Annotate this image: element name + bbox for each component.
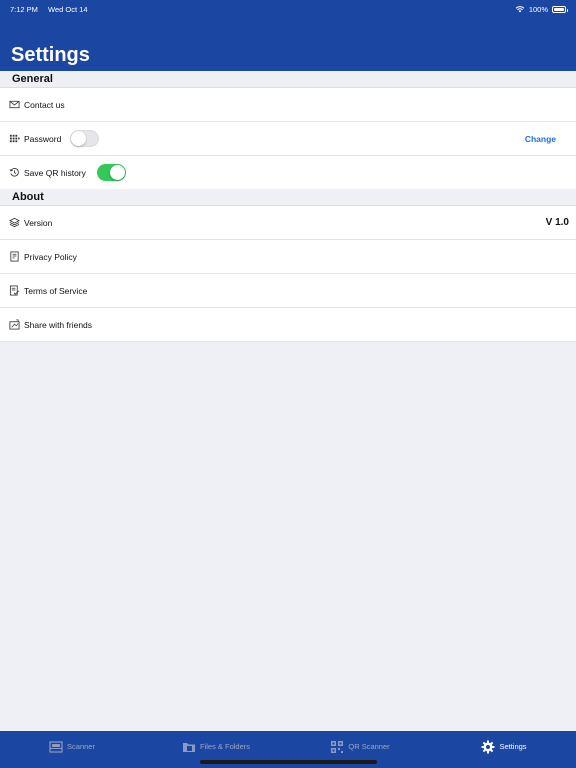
- home-indicator: [200, 760, 377, 764]
- password-label: Password: [24, 133, 62, 144]
- document-shield-icon: [8, 251, 20, 263]
- scanner-icon: [49, 740, 63, 753]
- battery-icon: [552, 5, 568, 13]
- version-value: V 1.0: [545, 217, 569, 228]
- version-row: Version V 1.0: [0, 206, 576, 240]
- envelope-icon: [8, 99, 20, 111]
- keypad-icon: [8, 133, 20, 145]
- share-icon: [8, 319, 20, 331]
- tab-settings-label: Settings: [499, 742, 527, 751]
- gear-icon: [481, 740, 495, 753]
- privacy-policy-label: Privacy Policy: [24, 251, 77, 262]
- version-label: Version: [24, 217, 53, 228]
- save-qr-history-row: Save QR history: [0, 156, 576, 190]
- tab-qr-scanner-label: QR Scanner: [348, 742, 390, 751]
- page-title: Settings: [11, 44, 90, 66]
- terms-of-service-label: Terms of Service: [24, 285, 88, 296]
- toggle-knob: [71, 131, 87, 146]
- share-with-friends-label: Share with friends: [24, 319, 93, 330]
- battery-percent: 100%: [528, 4, 548, 14]
- tab-files-folders-label: Files & Folders: [199, 742, 250, 751]
- share-with-friends-row[interactable]: Share with friends: [0, 308, 576, 342]
- password-row: Password Change: [0, 122, 576, 156]
- history-icon: [8, 167, 20, 179]
- status-date: Wed Oct 14: [48, 4, 88, 14]
- section-header-general: General: [0, 71, 576, 88]
- nav-header: 7:12 PM Wed Oct 14 100% Settings: [0, 0, 576, 71]
- save-qr-history-label: Save QR history: [24, 167, 86, 178]
- tab-settings[interactable]: Settings: [432, 731, 576, 768]
- section-header-about: About: [0, 189, 576, 206]
- terms-of-service-row[interactable]: Terms of Service: [0, 274, 576, 308]
- about-list: Version V 1.0 Privacy Policy Terms of Se…: [0, 206, 576, 342]
- qr-code-icon: [331, 740, 344, 753]
- tab-scanner-label: Scanner: [67, 742, 95, 751]
- contact-us-row[interactable]: Contact us: [0, 88, 576, 122]
- tab-scanner[interactable]: Scanner: [0, 731, 144, 768]
- change-password-button[interactable]: Change: [525, 134, 556, 144]
- contact-us-label: Contact us: [24, 99, 65, 110]
- status-bar: 7:12 PM Wed Oct 14 100%: [10, 3, 568, 15]
- password-toggle[interactable]: [70, 130, 100, 147]
- general-list: Contact us Password Change Save QR histo…: [0, 88, 576, 190]
- document-check-icon: [8, 285, 20, 297]
- wifi-icon: [515, 6, 525, 13]
- status-time: 7:12 PM: [10, 4, 38, 14]
- privacy-policy-row[interactable]: Privacy Policy: [0, 240, 576, 274]
- toggle-knob: [109, 165, 125, 180]
- save-qr-history-toggle[interactable]: [96, 164, 126, 181]
- folder-icon: [182, 742, 195, 752]
- layers-icon: [8, 217, 20, 229]
